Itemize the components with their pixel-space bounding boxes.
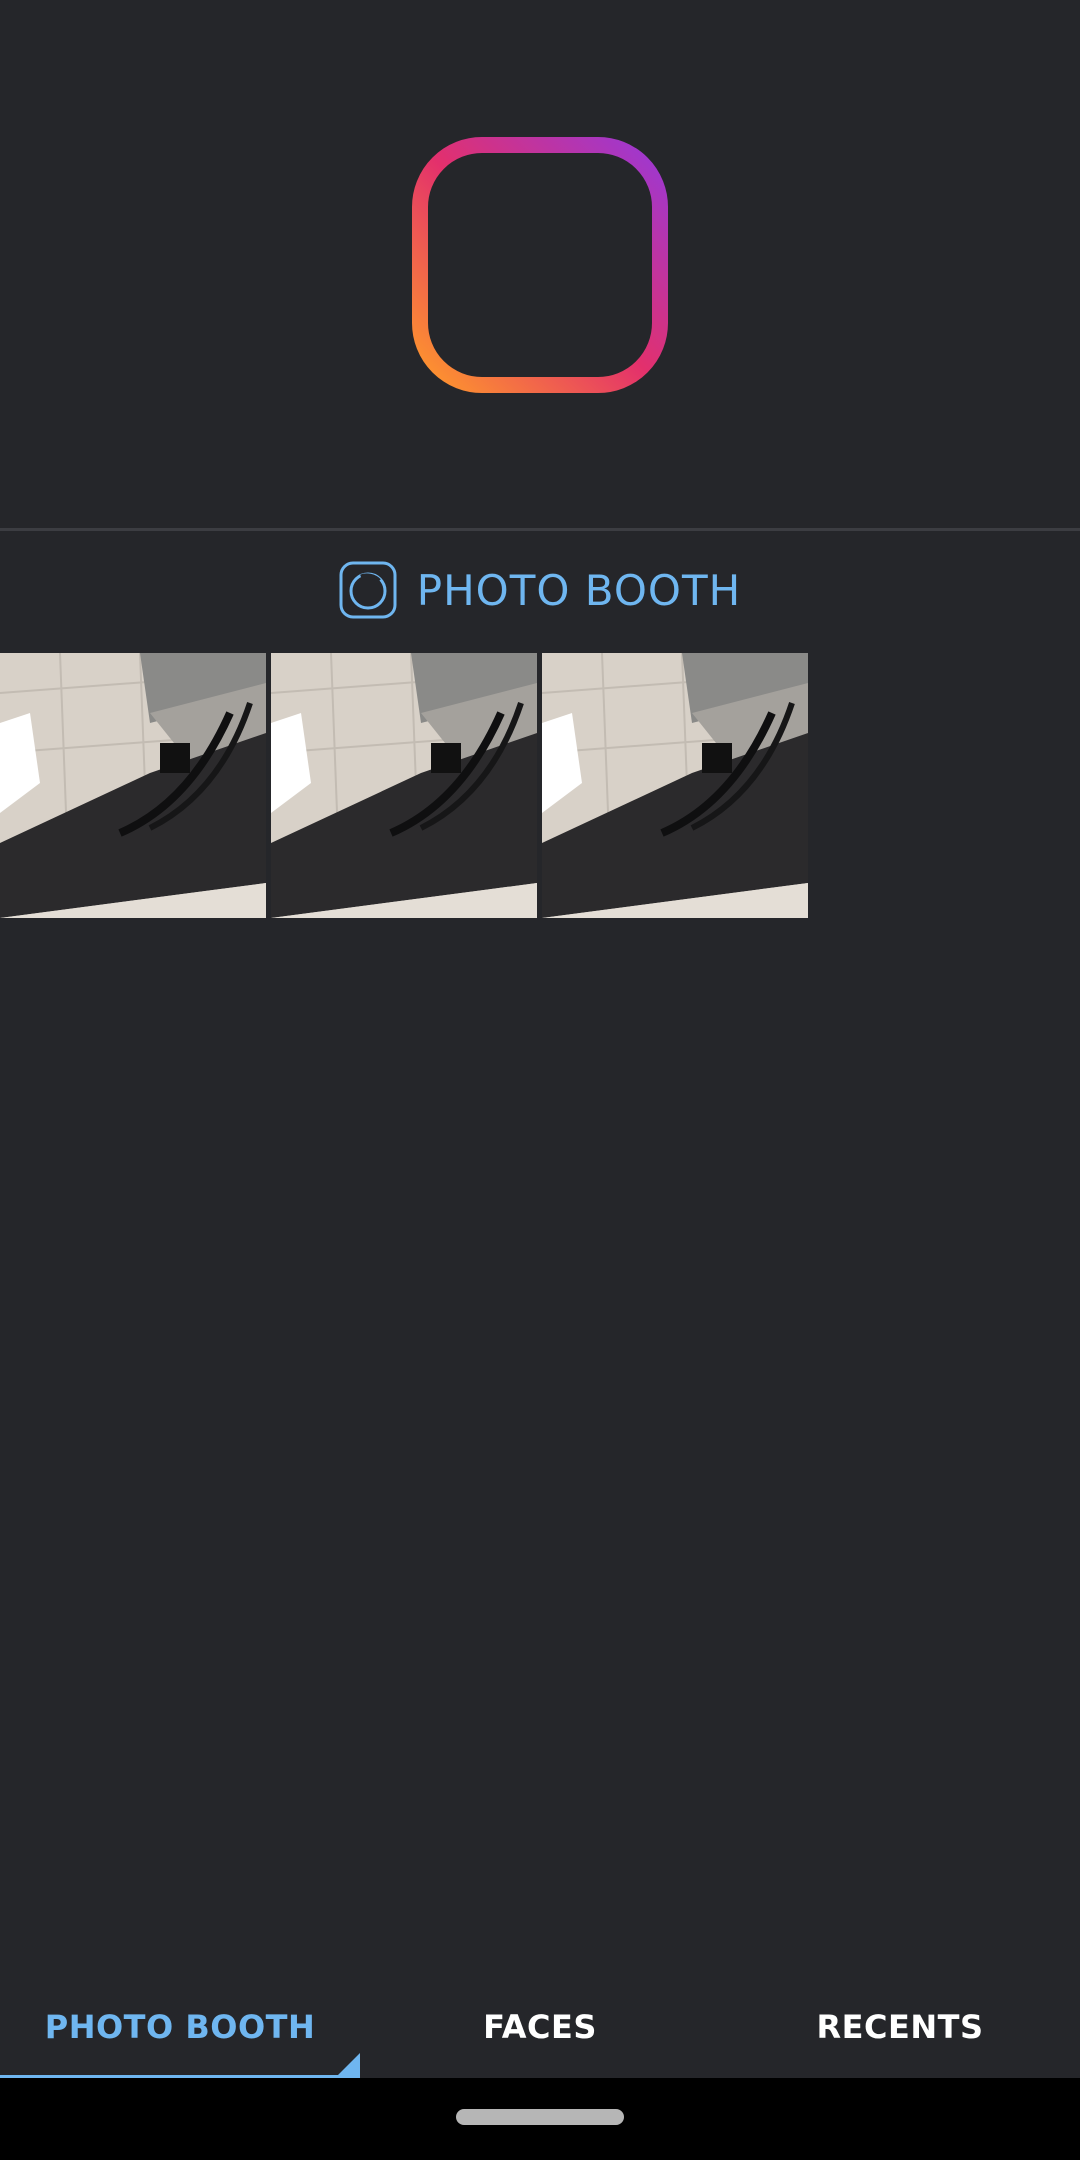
tab-label: RECENTS (816, 2007, 984, 2046)
home-gesture-handle[interactable] (456, 2109, 624, 2125)
tab-recents[interactable]: RECENTS (720, 1975, 1080, 2078)
photo-thumbnails (0, 653, 813, 918)
photo-booth-icon (339, 561, 397, 619)
photo-thumbnail-2[interactable] (271, 653, 537, 918)
tab-label: PHOTO BOOTH (44, 2007, 316, 2046)
bottom-tab-bar: PHOTO BOOTH FACES RECENTS (0, 1975, 1080, 2078)
section-title: PHOTO BOOTH (416, 565, 742, 615)
header (0, 0, 1080, 528)
tab-corner-marker (338, 2053, 360, 2075)
header-divider (0, 528, 1080, 531)
system-navigation-bar (0, 2078, 1080, 2160)
photo-thumbnail-3[interactable] (542, 653, 808, 918)
layout-grid-logo-icon (412, 137, 668, 393)
tab-photo-booth[interactable]: PHOTO BOOTH (0, 1975, 360, 2078)
photo-thumbnail-1[interactable] (0, 653, 266, 918)
section-header: PHOTO BOOTH (0, 540, 1080, 640)
tab-label: FACES (483, 2007, 597, 2046)
tab-faces[interactable]: FACES (360, 1975, 720, 2078)
